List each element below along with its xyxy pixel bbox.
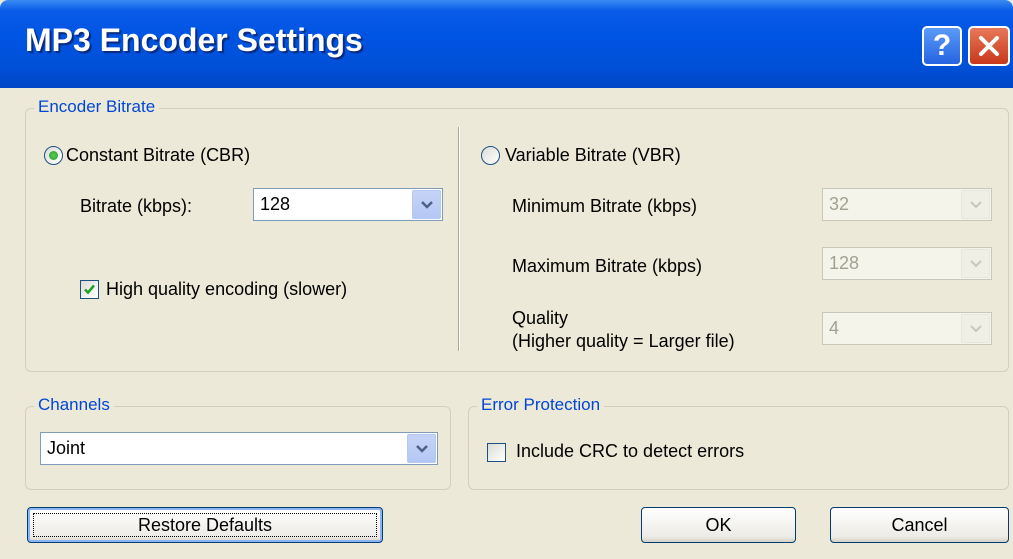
cancel-button[interactable]: Cancel bbox=[830, 507, 1009, 543]
chevron-down-icon[interactable] bbox=[961, 314, 990, 343]
hq-label[interactable]: High quality encoding (slower) bbox=[106, 279, 347, 300]
close-icon bbox=[979, 36, 999, 56]
error-protection-legend: Error Protection bbox=[477, 395, 605, 415]
title-bar[interactable]: MP3 Encoder Settings ? bbox=[0, 0, 1013, 88]
vbr-radio[interactable] bbox=[481, 146, 500, 165]
radio-selected-dot bbox=[49, 151, 58, 160]
quality-value: 4 bbox=[829, 318, 840, 338]
cancel-label: Cancel bbox=[891, 514, 948, 535]
channels-value: Joint bbox=[47, 438, 86, 458]
min-bitrate-select[interactable]: 32 bbox=[822, 188, 992, 221]
close-button[interactable] bbox=[968, 26, 1010, 66]
group-divider bbox=[458, 127, 460, 351]
quality-select[interactable]: 4 bbox=[822, 312, 992, 345]
focus-ring bbox=[33, 513, 377, 537]
hq-checkbox[interactable] bbox=[80, 280, 99, 299]
bitrate-label: Bitrate (kbps): bbox=[80, 196, 193, 216]
window-title: MP3 Encoder Settings bbox=[25, 22, 363, 58]
crc-checkbox[interactable] bbox=[487, 443, 506, 462]
max-bitrate-label: Maximum Bitrate (kbps) bbox=[512, 256, 703, 276]
crc-label[interactable]: Include CRC to detect errors bbox=[516, 441, 744, 462]
channels-select[interactable]: Joint bbox=[40, 432, 438, 465]
max-bitrate-select[interactable]: 128 bbox=[822, 247, 992, 280]
quality-label-line2: (Higher quality = Larger file) bbox=[512, 331, 735, 351]
ok-label: OK bbox=[705, 514, 732, 535]
quality-label-line1: Quality bbox=[512, 308, 569, 328]
chevron-down-icon[interactable] bbox=[961, 249, 990, 278]
cbr-label[interactable]: Constant Bitrate (CBR) bbox=[66, 145, 250, 166]
vbr-label[interactable]: Variable Bitrate (VBR) bbox=[505, 145, 681, 166]
cbr-radio[interactable] bbox=[44, 146, 63, 165]
chevron-down-icon[interactable] bbox=[407, 434, 436, 463]
help-icon: ? bbox=[932, 29, 952, 62]
chevron-down-icon[interactable] bbox=[961, 190, 990, 219]
min-bitrate-value: 32 bbox=[829, 194, 850, 214]
max-bitrate-value: 128 bbox=[829, 253, 860, 273]
ok-button[interactable]: OK bbox=[641, 507, 796, 543]
bitrate-value: 128 bbox=[260, 194, 291, 214]
restore-defaults-button[interactable]: Restore Defaults bbox=[27, 507, 383, 543]
bitrate-select[interactable]: 128 bbox=[253, 188, 443, 221]
min-bitrate-label: Minimum Bitrate (kbps) bbox=[512, 196, 698, 216]
channels-legend: Channels bbox=[34, 395, 114, 415]
help-button[interactable]: ? bbox=[922, 26, 962, 66]
checkmark-icon bbox=[84, 284, 95, 295]
quality-label: Quality (Higher quality = Larger file) bbox=[512, 307, 735, 353]
encoder-bitrate-legend: Encoder Bitrate bbox=[34, 97, 160, 117]
chevron-down-icon[interactable] bbox=[412, 190, 441, 219]
